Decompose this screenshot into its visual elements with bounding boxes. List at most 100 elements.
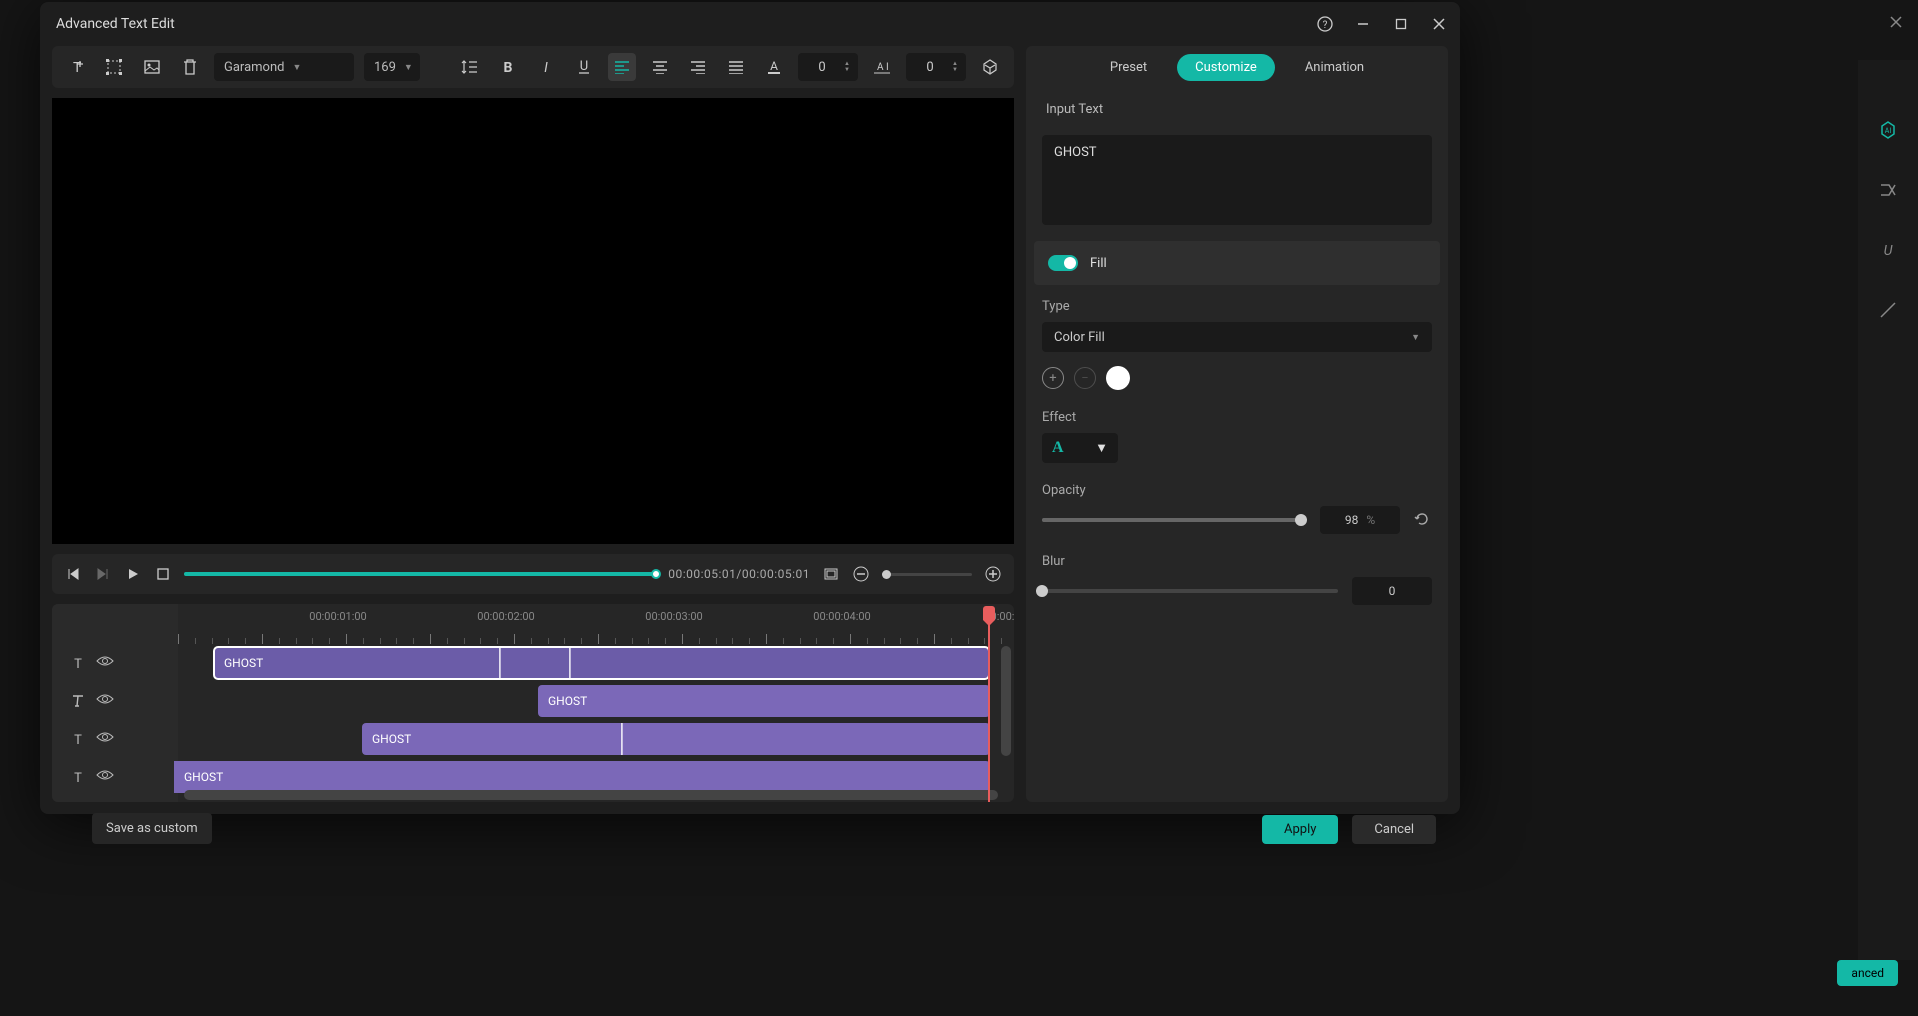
opacity-slider[interactable] [1042, 518, 1306, 522]
play-icon[interactable] [124, 565, 142, 583]
save-as-custom-button[interactable]: Save as custom [92, 813, 212, 844]
preview-canvas[interactable] [52, 98, 1014, 544]
ungroup-icon[interactable] [976, 53, 1004, 81]
chevron-down-icon: ▼ [1411, 332, 1420, 343]
window-title: Advanced Text Edit [56, 16, 175, 32]
text-track-icon[interactable] [70, 693, 86, 709]
text-track-icon[interactable]: T [70, 731, 86, 747]
fill-toggle[interactable] [1048, 255, 1078, 271]
close-icon[interactable] [1430, 15, 1448, 33]
fill-type-select[interactable]: Color Fill ▼ [1042, 322, 1432, 352]
apply-button[interactable]: Apply [1262, 815, 1338, 844]
add-text-icon[interactable]: T [62, 53, 90, 81]
svg-text:I: I [886, 62, 889, 73]
shuffle-icon[interactable] [1878, 180, 1898, 200]
tab-preset[interactable]: Preset [1092, 54, 1165, 81]
visibility-icon[interactable] [96, 769, 112, 785]
spin-down-icon[interactable]: ▼ [952, 67, 958, 73]
track-head-2 [52, 682, 178, 720]
zoom-slider[interactable] [882, 573, 972, 576]
ruler-label: 00:00:03:00 [645, 610, 702, 623]
text-color-icon[interactable]: A [760, 53, 788, 81]
tab-customize[interactable]: Customize [1177, 54, 1275, 81]
progress-track[interactable] [184, 572, 656, 576]
fill-type-value: Color Fill [1054, 330, 1105, 345]
svg-text:?: ? [1323, 20, 1328, 31]
italic-icon[interactable]: I [532, 53, 560, 81]
font-family-dropdown[interactable]: Garamond ▼ [214, 53, 354, 81]
align-right-icon[interactable] [684, 53, 712, 81]
line-height-icon[interactable] [456, 53, 484, 81]
opacity-value-box[interactable]: 98 % [1320, 506, 1400, 534]
clip-1[interactable]: GHOST [214, 647, 989, 679]
eyedropper-icon[interactable] [1878, 300, 1898, 320]
ai-icon[interactable]: AI [1878, 120, 1898, 140]
timeline-vscroll[interactable] [1001, 646, 1011, 788]
align-justify-icon[interactable] [722, 53, 750, 81]
text-track-icon[interactable]: T [70, 655, 86, 671]
timeline-hscroll[interactable] [184, 790, 998, 800]
zoom-handle[interactable] [882, 570, 891, 579]
ruler-label: 00:00:02:00 [477, 610, 534, 623]
svg-text:T: T [74, 771, 82, 785]
maximize-icon[interactable] [1392, 15, 1410, 33]
bounding-box-icon[interactable] [100, 53, 128, 81]
minimize-icon[interactable] [1354, 15, 1372, 33]
effect-select[interactable]: A ▼ [1042, 433, 1118, 463]
align-center-icon[interactable] [646, 53, 674, 81]
playbar: 00:00:05:01/00:00:05:01 [52, 554, 1014, 594]
clip-4[interactable]: GHOST [174, 761, 990, 793]
app-close-icon[interactable] [1889, 15, 1903, 29]
font-size-dropdown[interactable]: 169 ▼ [364, 53, 420, 81]
input-text-field[interactable]: GHOST [1042, 135, 1432, 225]
clip-2[interactable]: GHOST [538, 685, 990, 717]
prev-frame-icon[interactable] [64, 565, 82, 583]
svg-text:T: T [73, 60, 82, 76]
help-icon[interactable]: ? [1316, 15, 1334, 33]
advanced-pill[interactable]: anced [1837, 960, 1898, 986]
chevron-down-icon: ▼ [1095, 440, 1108, 456]
reset-opacity-icon[interactable] [1414, 511, 1432, 529]
spin-down-icon[interactable]: ▼ [844, 67, 850, 73]
zoom-out-icon[interactable] [852, 565, 870, 583]
zoom-in-icon[interactable] [984, 565, 1002, 583]
tab-animation[interactable]: Animation [1287, 54, 1382, 81]
fullscreen-icon[interactable] [822, 565, 840, 583]
blur-slider[interactable] [1042, 589, 1338, 593]
type-label: Type [1042, 299, 1432, 314]
letter-spacing-icon[interactable]: AI [868, 53, 896, 81]
blur-handle[interactable] [1036, 585, 1048, 597]
progress-handle[interactable] [651, 569, 661, 579]
blur-value-box[interactable]: 0 [1352, 577, 1432, 605]
timeline: T T T [52, 604, 1014, 802]
line-spacing-input[interactable]: 0 ▲▼ [798, 53, 858, 81]
align-left-icon[interactable] [608, 53, 636, 81]
titlebar: Advanced Text Edit ? [40, 2, 1460, 46]
image-icon[interactable] [138, 53, 166, 81]
cancel-button[interactable]: Cancel [1352, 815, 1436, 844]
clip-label: GHOST [548, 694, 587, 708]
stop-icon[interactable] [154, 565, 172, 583]
visibility-icon[interactable] [96, 655, 112, 671]
letter-spacing-value: 0 [914, 60, 946, 75]
color-swatch[interactable] [1106, 366, 1130, 390]
svg-text:B: B [504, 60, 513, 75]
add-color-icon[interactable]: + [1042, 367, 1064, 389]
svg-text:A: A [877, 62, 884, 73]
letter-spacing-input[interactable]: 0 ▲▼ [906, 53, 966, 81]
timeline-ruler[interactable]: 00:00:01:00 00:00:02:00 00:00:03:00 00:0… [178, 604, 1014, 644]
text-track-icon[interactable]: T [70, 769, 86, 785]
underline-icon[interactable]: U [570, 53, 598, 81]
delete-icon[interactable] [176, 53, 204, 81]
svg-text:U: U [1884, 243, 1893, 259]
bold-icon[interactable]: B [494, 53, 522, 81]
text-style-icon[interactable]: U [1878, 240, 1898, 260]
visibility-icon[interactable] [96, 731, 112, 747]
text-toolbar: T Garamond ▼ 169 ▼ B I U [52, 46, 1014, 88]
remove-color-icon[interactable]: − [1074, 367, 1096, 389]
clip-3[interactable]: GHOST [362, 723, 990, 755]
visibility-icon[interactable] [96, 693, 112, 709]
opacity-handle[interactable] [1295, 514, 1307, 526]
playhead[interactable] [988, 606, 990, 802]
next-frame-icon[interactable] [94, 565, 112, 583]
